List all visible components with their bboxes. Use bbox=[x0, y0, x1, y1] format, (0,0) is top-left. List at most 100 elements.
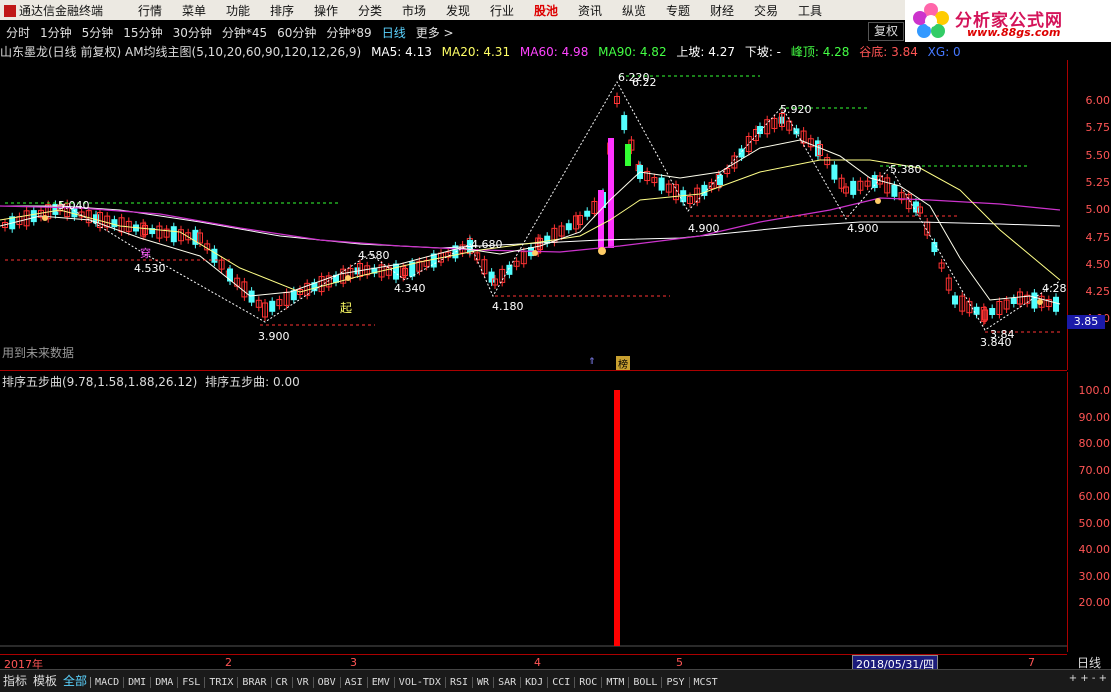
zz-label: 4.680 bbox=[471, 238, 503, 251]
menu-item[interactable]: 行业 bbox=[480, 2, 524, 19]
zz-label: 5.920 bbox=[780, 103, 812, 116]
ma20-value: MA20: 4.31 bbox=[441, 45, 511, 59]
indicator-tab[interactable]: KDJ bbox=[520, 677, 547, 688]
indicator-tab[interactable]: WR bbox=[472, 677, 493, 688]
period-tab[interactable]: 分钟*89 bbox=[326, 24, 371, 41]
menu-item[interactable]: 排序 bbox=[260, 2, 304, 19]
price-tick-label: 5.50 bbox=[1085, 148, 1111, 162]
zigzag-line bbox=[59, 80, 1061, 331]
pane-divider bbox=[0, 370, 1067, 371]
indicator-tick-label: 20.00 bbox=[1078, 596, 1111, 609]
future-data-note: 用到未来数据 bbox=[2, 346, 75, 360]
period-tab[interactable]: 更多 > bbox=[416, 24, 454, 41]
indicator-tab[interactable]: CCI bbox=[547, 677, 574, 688]
flower-logo-icon bbox=[913, 3, 949, 38]
candle bbox=[891, 184, 898, 197]
candle bbox=[1031, 292, 1038, 309]
menu-item[interactable]: 专题 bbox=[656, 2, 700, 19]
indicator-tab[interactable]: VOL-TDX bbox=[393, 677, 445, 688]
period-tab[interactable]: 日线 bbox=[382, 24, 406, 41]
indicator-tab[interactable]: VR bbox=[291, 677, 313, 688]
zz-label: 4.340 bbox=[394, 282, 426, 295]
indicator-chart[interactable] bbox=[0, 372, 1067, 652]
indicator-tab[interactable]: OBV bbox=[312, 677, 340, 688]
indicator-tab[interactable]: MCST bbox=[688, 677, 722, 688]
menu-item[interactable]: 财经 bbox=[700, 2, 744, 19]
menu-item[interactable]: 分类 bbox=[348, 2, 392, 19]
brand-url: www.88gs.com bbox=[967, 26, 1061, 39]
current-price-tag: 3.85 bbox=[1067, 315, 1105, 329]
zz-label: 6.22 bbox=[632, 76, 657, 89]
bottom-tab[interactable]: 模板 bbox=[30, 672, 60, 689]
bottom-tab[interactable]: 全部 bbox=[60, 672, 90, 689]
indicator-tab[interactable]: CR bbox=[270, 677, 292, 688]
candle bbox=[290, 290, 297, 301]
indicator-tab[interactable]: ASI bbox=[339, 677, 367, 688]
up-arrow-icon: ⇑ bbox=[588, 357, 596, 367]
indicator-tab[interactable]: MACD bbox=[90, 677, 123, 688]
indicator-tab[interactable]: TRIX bbox=[204, 677, 237, 688]
menu-item[interactable]: 股池 bbox=[524, 2, 568, 19]
period-tab[interactable]: 60分钟 bbox=[277, 24, 316, 41]
indicator-axis: 100.0 90.00 80.00 70.00 60.00 50.00 40.00 30.00… bbox=[1067, 372, 1111, 652]
indicator-tab[interactable]: DMA bbox=[150, 677, 177, 688]
ma60-value: MA60: 4.98 bbox=[519, 45, 589, 59]
menu-item[interactable]: 资讯 bbox=[568, 2, 612, 19]
period-tab[interactable]: 分时 bbox=[6, 24, 30, 41]
indicator-tick-label: 60.00 bbox=[1078, 490, 1111, 503]
menu-item[interactable]: 操作 bbox=[304, 2, 348, 19]
indicator-tab[interactable]: BRAR bbox=[237, 677, 270, 688]
menu-item[interactable]: 交易 bbox=[744, 2, 788, 19]
marker-bang: 榜 bbox=[616, 356, 630, 371]
period-indicator[interactable]: 日线 bbox=[1067, 654, 1111, 670]
zz-label: 3.900 bbox=[258, 330, 290, 343]
indicator-tab[interactable]: DMI bbox=[123, 677, 150, 688]
menu-item[interactable]: 发现 bbox=[436, 2, 480, 19]
indicator-tab[interactable]: MTM bbox=[601, 677, 628, 688]
menu-item[interactable]: 工具 bbox=[788, 2, 832, 19]
indicator-tab[interactable]: RSI bbox=[444, 677, 472, 688]
candle bbox=[111, 219, 118, 228]
ma90-value: MA90: 4.82 bbox=[598, 45, 667, 59]
app-title: 通达信金融终端 bbox=[4, 2, 103, 19]
menu-item[interactable]: 行情 bbox=[128, 2, 172, 19]
hand-icon bbox=[532, 250, 538, 256]
period-tab[interactable]: 1分钟 bbox=[40, 24, 72, 41]
price-tick-label: 5.00 bbox=[1085, 203, 1111, 217]
period-tab[interactable]: 30分钟 bbox=[173, 24, 212, 41]
price-chart[interactable]: 5.040 4.530 3.900 4.580 4.340 4.680 4.18… bbox=[0, 60, 1067, 370]
hand-icon bbox=[598, 247, 606, 255]
zz-label: 3.840 bbox=[980, 336, 1012, 349]
window-controls[interactable]: + + - + bbox=[1069, 673, 1107, 684]
price-tick-label: 5.75 bbox=[1085, 121, 1111, 135]
candle bbox=[1010, 298, 1017, 305]
period-tab[interactable]: 5分钟 bbox=[82, 24, 114, 41]
bottom-tab[interactable]: 指标 bbox=[0, 672, 30, 689]
indicator-tab[interactable]: PSY bbox=[661, 677, 688, 688]
price-tick-label: 5.25 bbox=[1085, 175, 1111, 189]
candle bbox=[488, 271, 495, 283]
indicator-tab[interactable]: ROC bbox=[574, 677, 601, 688]
app-logo-icon bbox=[4, 5, 16, 17]
menu-item[interactable]: 菜单 bbox=[172, 2, 216, 19]
period-tab[interactable]: 15分钟 bbox=[123, 24, 162, 41]
candle bbox=[621, 115, 628, 131]
indicator-tab[interactable]: FSL bbox=[177, 677, 204, 688]
menu-item[interactable]: 市场 bbox=[392, 2, 436, 19]
menu-item[interactable]: 功能 bbox=[216, 2, 260, 19]
zz-label: 4.900 bbox=[847, 222, 879, 235]
date-label: 5 bbox=[676, 656, 683, 669]
price-tick-label: 6.00 bbox=[1085, 94, 1111, 107]
indicator-tab[interactable]: EMV bbox=[366, 677, 394, 688]
stock-title: 山东墨龙(日线 前复权) AM均线主图(5,10,20,60,90,120,12… bbox=[0, 45, 362, 59]
period-tab[interactable]: 分钟*45 bbox=[222, 24, 267, 41]
candle bbox=[248, 290, 255, 303]
restore-button[interactable]: 复权 bbox=[868, 22, 904, 41]
menu-item[interactable]: 纵览 bbox=[612, 2, 656, 19]
hand-icon bbox=[345, 275, 351, 281]
indicator-tab[interactable]: SAR bbox=[493, 677, 520, 688]
price-tick-label: 4.50 bbox=[1085, 257, 1111, 271]
indicator-tab[interactable]: BOLL bbox=[628, 677, 661, 688]
marker-qi: 起 bbox=[340, 301, 352, 315]
hand-icon bbox=[1037, 299, 1043, 305]
